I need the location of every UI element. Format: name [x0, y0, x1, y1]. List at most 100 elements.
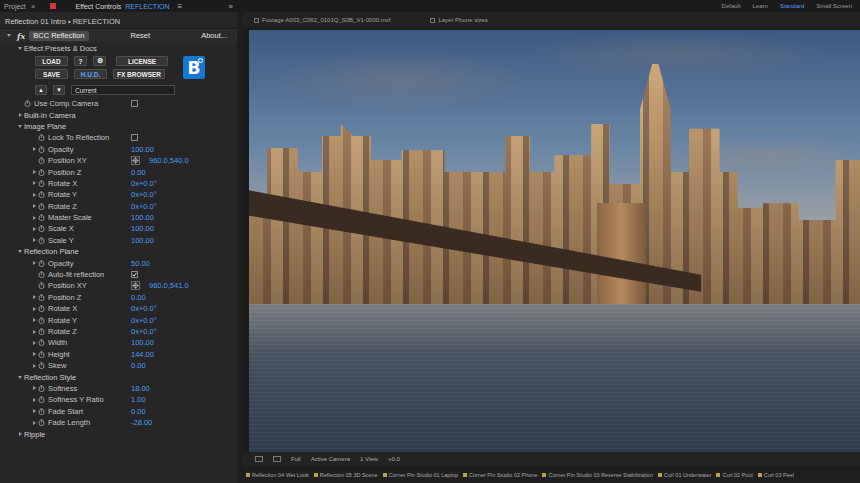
composition-tab[interactable]: Reflection 05 3D Scene	[314, 472, 378, 478]
composition-tab[interactable]: Curl 02 Pool	[716, 472, 752, 478]
param-value[interactable]: 100.00	[131, 224, 154, 233]
twirl-toggle[interactable]	[33, 295, 36, 299]
effect-controls-tab[interactable]: Effect ControlsREFLECTION	[75, 3, 169, 10]
viewer-option[interactable]: Active Camera	[311, 456, 350, 462]
twirl-toggle[interactable]	[18, 250, 22, 253]
stopwatch-icon[interactable]	[38, 419, 45, 426]
composition-tab[interactable]: Reflection 04 Wet Look	[246, 472, 309, 478]
preset-down-button[interactable]: ▼	[53, 85, 65, 95]
stopwatch-icon[interactable]	[38, 317, 45, 324]
snapshot-icon[interactable]	[255, 456, 263, 462]
param-value[interactable]: 100.00	[131, 145, 154, 154]
channel-icon[interactable]	[273, 456, 281, 462]
viewer-tab[interactable]: Footage A003_C062_0101Q_S0B_V1-0000.mxf	[254, 17, 390, 23]
stopwatch-icon[interactable]	[38, 385, 45, 392]
twirl-toggle[interactable]	[33, 318, 36, 322]
viewer-option[interactable]: 1 View	[360, 456, 378, 462]
preset-button[interactable]: ?	[74, 56, 87, 66]
stopwatch-icon[interactable]	[38, 134, 45, 141]
twirl-toggle[interactable]	[33, 386, 36, 390]
twirl-toggle[interactable]	[33, 330, 36, 334]
composition-tab[interactable]: Corner Pin Studio 01 Laptop	[383, 472, 458, 478]
param-value[interactable]: 18.00	[131, 384, 150, 393]
project-tab[interactable]: Project	[4, 3, 26, 10]
param-value[interactable]: 0x+0.0°	[131, 202, 157, 211]
stopwatch-icon[interactable]	[38, 328, 45, 335]
preset-button[interactable]: LICENSE	[116, 56, 168, 66]
preset-button[interactable]: FX BROWSER	[113, 69, 165, 79]
twirl-toggle[interactable]	[33, 204, 36, 208]
param-value[interactable]: 100.00	[131, 213, 154, 222]
stopwatch-icon[interactable]	[38, 339, 45, 346]
stopwatch-icon[interactable]	[38, 351, 45, 358]
stopwatch-icon[interactable]	[38, 180, 45, 187]
composition-tab[interactable]: Corner Pin Studio 03 Reverse Stabilizati…	[542, 472, 652, 478]
param-value[interactable]: 100.00	[131, 338, 154, 347]
param-value[interactable]: 0x+0.0°	[131, 316, 157, 325]
twirl-toggle[interactable]	[7, 34, 11, 37]
composition-tab[interactable]: Corner Pin Studio 02 Phone	[463, 472, 538, 478]
stopwatch-icon[interactable]	[38, 225, 45, 232]
group-label[interactable]: Reflection Plane	[24, 247, 79, 256]
checkbox[interactable]	[131, 271, 138, 278]
workspace-tab[interactable]: Small Screen	[816, 3, 852, 9]
stopwatch-icon[interactable]	[38, 408, 45, 415]
reset-button[interactable]: Reset	[131, 31, 151, 40]
twirl-toggle[interactable]	[33, 216, 36, 220]
twirl-toggle[interactable]	[33, 341, 36, 345]
twirl-toggle[interactable]	[33, 147, 36, 151]
param-value[interactable]: 0x+0.0°	[131, 190, 157, 199]
preset-button[interactable]: ⚙	[93, 56, 106, 66]
effect-name[interactable]: BCC Reflection	[29, 31, 88, 41]
param-value[interactable]: 960.0,540.0	[149, 156, 189, 165]
twirl-toggle[interactable]	[18, 376, 22, 379]
preset-button[interactable]: H.U.D.	[74, 69, 107, 79]
checkbox[interactable]	[131, 134, 138, 141]
stopwatch-icon[interactable]	[38, 157, 45, 164]
stopwatch-icon[interactable]	[38, 203, 45, 210]
viewer-option[interactable]: +0.0	[388, 456, 400, 462]
workspace-tab[interactable]: Learn	[753, 3, 768, 9]
twirl-toggle[interactable]	[33, 181, 36, 185]
group-label[interactable]: Image Plane	[24, 122, 66, 131]
group-label[interactable]: Ripple	[24, 430, 45, 439]
twirl-toggle[interactable]	[33, 409, 36, 413]
stopwatch-icon[interactable]	[38, 214, 45, 221]
twirl-toggle[interactable]	[33, 227, 36, 231]
stopwatch-icon[interactable]	[38, 146, 45, 153]
preset-button[interactable]: LOAD	[35, 56, 68, 66]
viewer-tab[interactable]: Layer Phone sizes	[430, 17, 487, 23]
twirl-toggle[interactable]	[19, 432, 22, 436]
twirl-toggle[interactable]	[33, 193, 36, 197]
checkbox[interactable]	[131, 100, 138, 107]
param-value[interactable]: 0.00	[131, 407, 146, 416]
twirl-toggle[interactable]	[33, 261, 36, 265]
stopwatch-icon[interactable]	[38, 169, 45, 176]
stopwatch-icon[interactable]	[38, 362, 45, 369]
twirl-toggle[interactable]	[33, 398, 36, 402]
stopwatch-icon[interactable]	[38, 191, 45, 198]
twirl-toggle[interactable]	[33, 170, 36, 174]
twirl-toggle[interactable]	[19, 113, 22, 117]
preset-button[interactable]: SAVE	[35, 69, 68, 79]
param-value[interactable]: 0.00	[131, 293, 146, 302]
stopwatch-icon[interactable]	[38, 260, 45, 267]
panel-menu-button[interactable]: ≡	[178, 2, 183, 11]
workspace-tab[interactable]: Standard	[780, 3, 804, 9]
param-value[interactable]: 0x+0.0°	[131, 304, 157, 313]
param-value[interactable]: 0x+0.0°	[131, 327, 157, 336]
group-label[interactable]: Built-in Camera	[24, 111, 76, 120]
twirl-toggle[interactable]	[33, 307, 36, 311]
about-button[interactable]: About...	[201, 31, 227, 40]
composition-tab[interactable]: Curl 01 Underwater	[658, 472, 712, 478]
twirl-toggle[interactable]	[18, 47, 22, 50]
preset-field[interactable]: Current	[71, 85, 175, 95]
param-value[interactable]: 0.00	[131, 168, 146, 177]
param-value[interactable]: -28.00	[131, 418, 152, 427]
param-value[interactable]: 960.0,541.0	[149, 281, 189, 290]
param-value[interactable]: 1.00	[131, 395, 146, 404]
stopwatch-icon[interactable]	[38, 282, 45, 289]
crosshair-icon[interactable]	[131, 156, 140, 165]
stopwatch-icon[interactable]	[38, 294, 45, 301]
composition-tab[interactable]: Curl 03 Peel	[758, 472, 794, 478]
